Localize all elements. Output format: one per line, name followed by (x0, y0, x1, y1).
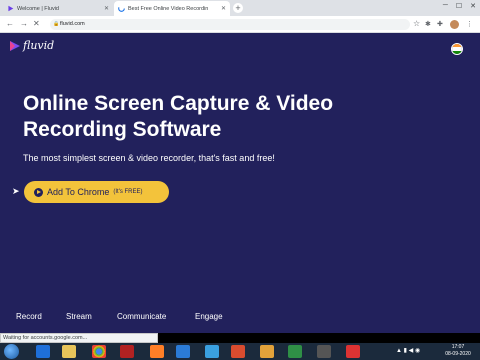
extension-icon[interactable]: ✱ (425, 20, 431, 28)
forward-icon[interactable]: → (20, 19, 28, 29)
profile-avatar[interactable] (450, 20, 459, 29)
browser-tab-bar: Welcome | Fluvid ✕ Best Free Online Vide… (0, 0, 480, 16)
address-bar[interactable]: 🔒 fluvid.com (50, 19, 410, 30)
cta-label: Add To Chrome (47, 187, 110, 197)
add-to-chrome-button[interactable]: Add To Chrome (It's FREE) (24, 181, 169, 203)
windows-taskbar: ▲ ▮ ◀ ◉ 17:07 08-09-2020 (0, 343, 480, 360)
app-icon[interactable] (346, 345, 360, 358)
internet-explorer-icon[interactable] (36, 345, 50, 358)
taskbar-clock[interactable]: 17:07 08-09-2020 (438, 344, 478, 358)
file-explorer-icon[interactable] (62, 345, 76, 358)
minimize-icon[interactable]: ─ (443, 2, 448, 10)
tab-best-free[interactable]: Best Free Online Video Recordin ✕ (114, 1, 230, 16)
nav-communicate[interactable]: Communicate (117, 312, 195, 321)
app-icon[interactable] (260, 345, 274, 358)
lock-icon: 🔒 (53, 21, 60, 27)
fluvid-page: fluvid Online Screen Capture & Video Rec… (0, 33, 480, 333)
tab-welcome[interactable]: Welcome | Fluvid ✕ (3, 1, 113, 16)
menu-kebab-icon[interactable]: ⋮ (466, 20, 473, 28)
chrome-icon[interactable] (92, 345, 106, 358)
fluvid-logo[interactable]: fluvid (9, 39, 54, 52)
firefox-icon[interactable] (150, 345, 164, 358)
fluvid-logo-icon (10, 40, 20, 51)
nav-stream[interactable]: Stream (66, 312, 117, 321)
browser-status-bar: Waiting for accounts.google.com... (0, 333, 158, 343)
app-icon[interactable] (176, 345, 190, 358)
clock-time: 17:07 (451, 344, 465, 350)
close-window-icon[interactable]: ✕ (470, 2, 476, 10)
system-tray-icons[interactable]: ▲ ▮ ◀ ◉ (396, 347, 420, 354)
cta-note: (It's FREE) (113, 189, 143, 195)
screen: Welcome | Fluvid ✕ Best Free Online Vide… (0, 0, 480, 360)
feature-nav: Record Stream Communicate Engage (16, 312, 245, 321)
browser-toolbar: ← → ✕ 🔒 fluvid.com ☆ ✱ ✚ ⋮ (0, 16, 480, 33)
hero-title: Online Screen Capture & Video Recording … (23, 92, 334, 141)
tab-title: Welcome | Fluvid (17, 5, 59, 12)
url-text: fluvid.com (60, 21, 85, 27)
language-flag-icon[interactable] (451, 43, 463, 55)
tab-close-icon[interactable]: ✕ (104, 5, 109, 12)
stop-icon[interactable]: ✕ (33, 19, 40, 29)
logo-text: fluvid (23, 39, 55, 52)
extensions-puzzle-icon[interactable]: ✚ (437, 20, 443, 28)
app-icon[interactable] (205, 345, 219, 358)
start-button-icon[interactable] (4, 344, 19, 359)
tab-title: Best Free Online Video Recordin (128, 5, 209, 12)
window-controls: ─ ☐ ✕ (443, 2, 476, 10)
fluvid-favicon-icon (7, 5, 14, 12)
back-icon[interactable]: ← (6, 19, 14, 29)
tab-close-icon[interactable]: ✕ (221, 5, 226, 12)
mouse-cursor-icon: ➤ (12, 186, 20, 196)
app-icon[interactable] (317, 345, 331, 358)
bookmark-star-icon[interactable]: ☆ (413, 19, 420, 28)
clock-date: 08-09-2020 (445, 351, 471, 357)
nav-record[interactable]: Record (16, 312, 66, 321)
hero-subtitle: The most simplest screen & video recorde… (23, 153, 275, 163)
maximize-icon[interactable]: ☐ (456, 2, 462, 10)
play-icon (34, 187, 43, 197)
app-icon[interactable] (231, 345, 245, 358)
loading-favicon-icon (118, 5, 125, 12)
nav-engage[interactable]: Engage (195, 312, 245, 321)
app-icon[interactable] (288, 345, 302, 358)
media-player-icon[interactable] (120, 345, 134, 358)
new-tab-icon[interactable]: + (233, 3, 243, 13)
